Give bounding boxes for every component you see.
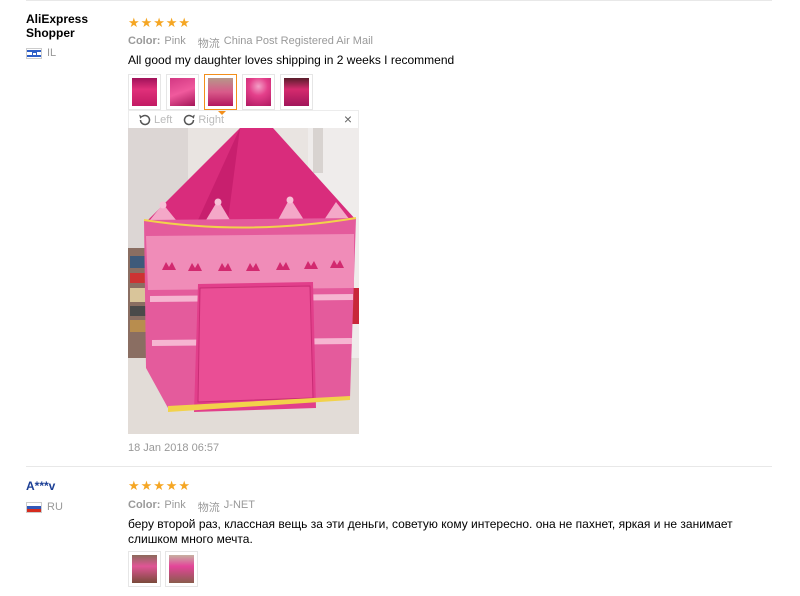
country-code: IL [47, 47, 57, 59]
photo-thumbnail[interactable] [242, 74, 275, 110]
star-icon: ★ [153, 478, 165, 493]
review-item: AliExpress Shopper IL ★ ★ ★ ★ ★ Color: P… [0, 6, 800, 466]
review-date: 18 Jan 2018 06:57 [128, 442, 220, 454]
star-rating: ★ ★ ★ ★ ★ [128, 15, 191, 30]
israel-flag-icon [26, 47, 42, 59]
photo-thumbnail[interactable] [280, 74, 313, 110]
star-rating: ★ ★ ★ ★ ★ [128, 478, 191, 493]
photo-thumbnail-active[interactable] [204, 74, 237, 115]
photo-thumbnail[interactable] [128, 551, 161, 587]
photo-thumbnail[interactable] [165, 551, 198, 587]
shipping-value: China Post Registered Air Mail [223, 35, 373, 47]
star-icon: ★ [178, 15, 191, 30]
star-icon: ★ [140, 15, 153, 30]
reviewer-name: AliExpress Shopper [26, 12, 89, 40]
review-item: A***v RU ★ ★ ★ ★ ★ Color: Pink 物流 J-NET … [26, 466, 772, 596]
photo-thumbnail[interactable] [166, 74, 199, 110]
shipping-value: J-NET [223, 499, 255, 511]
rotate-left-icon [139, 114, 151, 125]
shipping-label: 物流 [197, 502, 220, 514]
star-icon: ★ [165, 478, 178, 493]
star-icon: ★ [165, 15, 178, 30]
rotate-right-button[interactable]: Right [181, 112, 224, 128]
star-icon: ★ [178, 478, 191, 493]
russia-flag-icon [26, 501, 42, 513]
reviewer-name: A***v [26, 479, 56, 493]
rotate-right-label: Right [198, 113, 225, 126]
reviewer-country: RU [26, 501, 63, 513]
order-meta: Color: Pink 物流 J-NET [128, 499, 255, 515]
photo-thumbnails [128, 551, 198, 587]
star-icon: ★ [128, 15, 140, 30]
star-icon: ★ [140, 478, 153, 493]
review-comment: All good my daughter loves shipping in 2… [128, 53, 455, 67]
shipping-label: 物流 [197, 38, 220, 50]
star-icon: ★ [128, 478, 140, 493]
country-code: RU [47, 501, 63, 513]
reviewer-country: IL [26, 47, 56, 59]
review-photo[interactable] [128, 128, 359, 434]
review-comment: беру второй раз, классная вещь за эти де… [128, 517, 733, 546]
close-icon[interactable]: × [344, 112, 352, 126]
rotate-left-label: Left [154, 113, 173, 126]
photo-thumbnail[interactable] [128, 74, 161, 110]
color-value: Pink [164, 499, 186, 511]
viewer-toolbar: Left Right × [128, 110, 359, 128]
photo-viewer: Left Right × [128, 110, 359, 436]
color-label: Color: [128, 35, 161, 47]
rotate-right-icon [184, 114, 196, 125]
top-divider [26, 0, 772, 1]
star-icon: ★ [153, 15, 165, 30]
rotate-left-button[interactable]: Left [137, 112, 172, 128]
photo-thumbnails [128, 74, 314, 115]
order-meta: Color: Pink 物流 China Post Registered Air… [128, 35, 373, 51]
color-label: Color: [128, 499, 161, 511]
color-value: Pink [164, 35, 186, 47]
